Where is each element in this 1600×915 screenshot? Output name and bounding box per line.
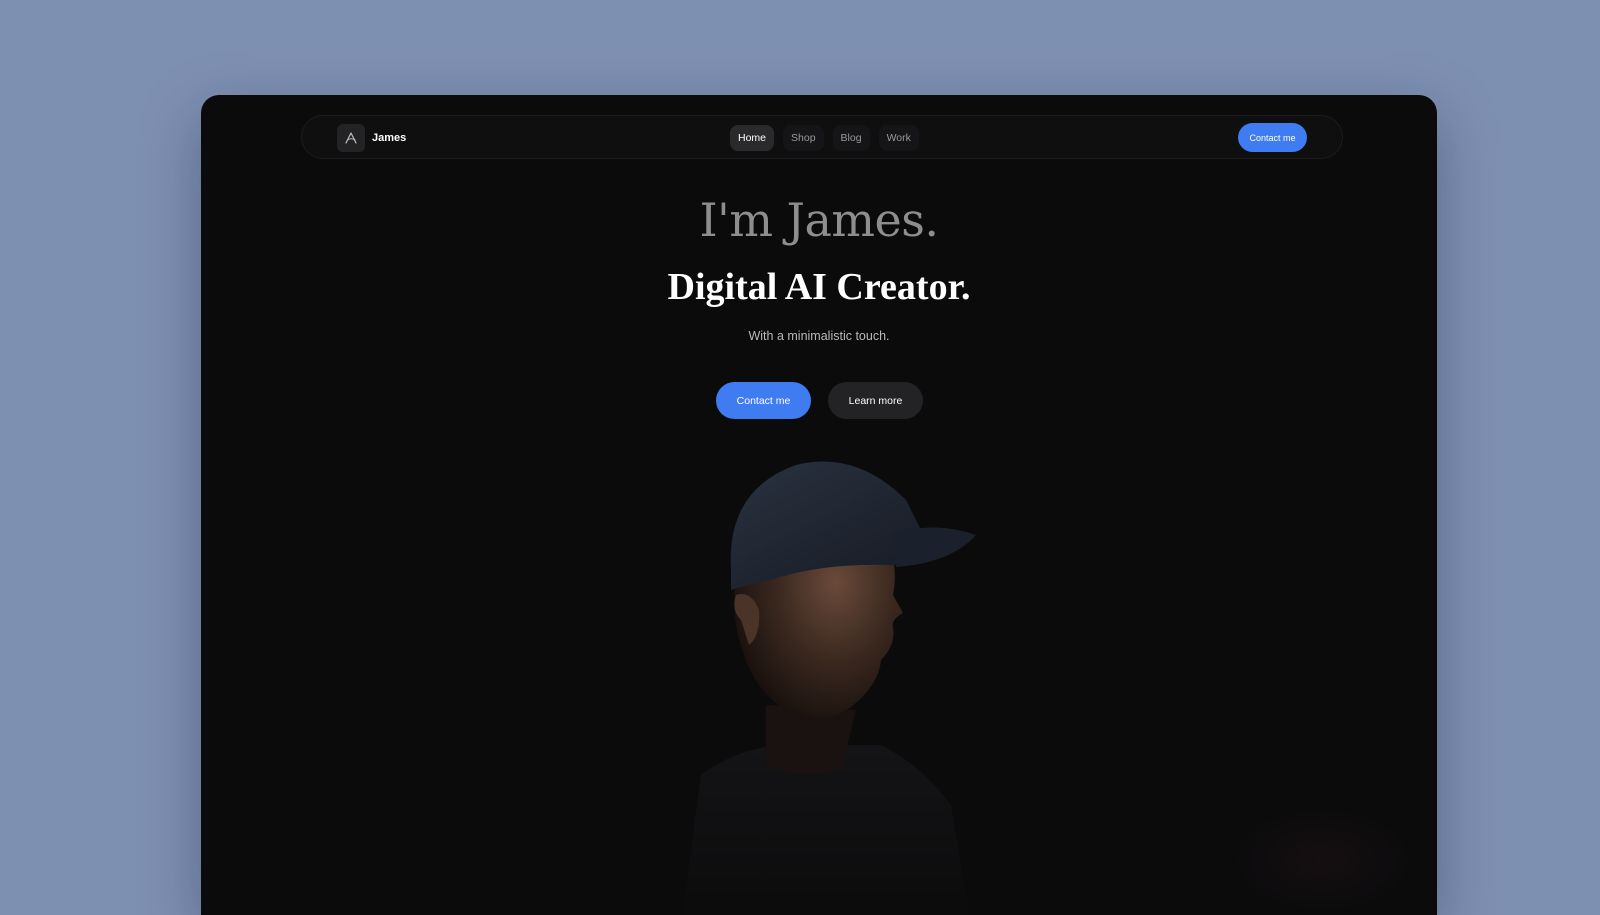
top-navbar: James Home Shop Blog Work Contact me bbox=[301, 115, 1343, 159]
hero-greeting: I'm James. bbox=[699, 193, 940, 247]
hero-contact-button[interactable]: Contact me bbox=[716, 382, 811, 419]
brand-logo-icon bbox=[337, 124, 365, 152]
background-glow bbox=[1227, 805, 1417, 915]
brand[interactable]: James bbox=[337, 124, 406, 152]
hero-title: Digital AI Creator. bbox=[667, 266, 971, 308]
nav-contact-button[interactable]: Contact me bbox=[1238, 123, 1307, 152]
hero-subtitle: With a minimalistic touch. bbox=[748, 329, 890, 343]
nav-item-work[interactable]: Work bbox=[878, 125, 919, 151]
learn-more-button[interactable]: Learn more bbox=[828, 382, 923, 419]
nav-links: Home Shop Blog Work bbox=[730, 125, 919, 151]
nav-item-shop[interactable]: Shop bbox=[783, 125, 824, 151]
browser-window: James Home Shop Blog Work Contact me I'm… bbox=[201, 95, 1437, 915]
brand-name: James bbox=[372, 132, 407, 144]
hero-actions: Contact me Learn more bbox=[201, 382, 1437, 419]
nav-item-home[interactable]: Home bbox=[730, 125, 775, 151]
nav-item-blog[interactable]: Blog bbox=[832, 125, 870, 151]
portrait-image bbox=[682, 461, 976, 915]
